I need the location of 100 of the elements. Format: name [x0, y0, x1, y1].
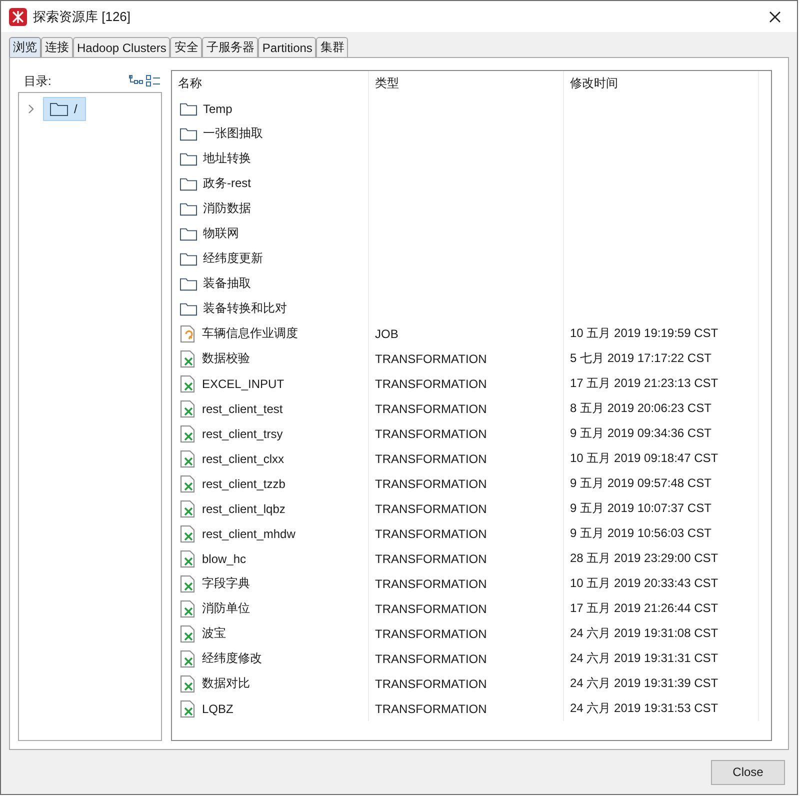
transformation-file-icon — [180, 650, 196, 668]
folder-icon — [180, 302, 197, 316]
file-name[interactable]: EXCEL_INPUT — [202, 376, 284, 390]
tree-view-icon[interactable] — [129, 75, 143, 87]
tab[interactable]: 浏览 — [9, 37, 41, 57]
file-type: TRANSFORMATION — [375, 352, 487, 366]
file-type: TRANSFORMATION — [375, 576, 487, 590]
file-name[interactable]: 数据对比 — [202, 675, 250, 692]
file-name[interactable]: rest_client_test — [202, 402, 283, 416]
file-type: TRANSFORMATION — [375, 676, 487, 690]
file-name[interactable]: LQBZ — [202, 702, 234, 716]
file-name[interactable]: 经纬度修改 — [202, 650, 262, 667]
tab[interactable]: Hadoop Clusters — [73, 37, 170, 57]
transformation-file-icon — [180, 450, 196, 468]
tab[interactable]: Partitions — [258, 37, 316, 57]
modified-time: 10 五月 2019 19:19:59 CST — [570, 325, 718, 342]
transformation-file-icon — [180, 550, 196, 568]
transformation-file-icon — [180, 350, 196, 368]
transformation-file-icon — [180, 574, 196, 592]
file-type: TRANSFORMATION — [375, 426, 487, 440]
file-name[interactable]: 政务-rest — [203, 175, 251, 192]
transformation-file-icon — [180, 700, 196, 718]
modified-time: 9 五月 2019 10:07:37 CST — [570, 500, 712, 517]
file-name[interactable]: rest_client_mhdw — [202, 526, 296, 540]
file-type: TRANSFORMATION — [375, 376, 487, 390]
modified-time: 24 六月 2019 19:31:08 CST — [570, 625, 718, 642]
transformation-file-icon — [180, 524, 196, 542]
tree-item[interactable]: / — [43, 97, 86, 121]
file-name[interactable]: 一张图抽取 — [203, 125, 263, 142]
file-name[interactable]: rest_client_lqbz — [202, 502, 286, 516]
file-type: TRANSFORMATION — [375, 502, 487, 516]
modified-time: 10 五月 2019 20:33:43 CST — [570, 575, 718, 592]
modified-time: 5 七月 2019 17:17:22 CST — [570, 350, 712, 367]
app-logo-icon — [9, 8, 27, 26]
transformation-file-icon — [180, 624, 196, 642]
modified-time: 9 五月 2019 09:57:48 CST — [570, 475, 712, 492]
file-name[interactable]: 地址转换 — [203, 150, 251, 167]
list-view-icon[interactable] — [146, 75, 160, 87]
file-name[interactable]: rest_client_trsy — [202, 426, 283, 440]
file-type: TRANSFORMATION — [375, 702, 487, 716]
file-name[interactable]: 波宝 — [202, 625, 226, 642]
file-type: TRANSFORMATION — [375, 452, 487, 466]
tree-item-label: / — [74, 102, 78, 116]
tab[interactable]: 集群 — [316, 37, 348, 57]
file-name[interactable]: 数据校验 — [202, 350, 250, 367]
file-type: TRANSFORMATION — [375, 552, 487, 566]
transformation-file-icon — [180, 400, 196, 418]
close-button[interactable]: Close — [711, 760, 785, 784]
modified-time: 17 五月 2019 21:26:44 CST — [570, 600, 718, 617]
modified-time: 9 五月 2019 10:56:03 CST — [570, 525, 712, 542]
job-file-icon — [180, 324, 196, 342]
transformation-file-icon — [180, 424, 196, 442]
file-name[interactable]: 经纬度更新 — [203, 250, 263, 267]
file-type: TRANSFORMATION — [375, 652, 487, 666]
window-title: 探索资源库 [126] — [33, 8, 132, 26]
folder-icon — [180, 126, 197, 140]
folder-icon — [180, 176, 197, 190]
column-header[interactable]: 修改时间 — [564, 71, 759, 96]
modified-time: 9 五月 2019 09:34:36 CST — [570, 425, 712, 442]
transformation-file-icon — [180, 600, 196, 618]
file-type: TRANSFORMATION — [375, 602, 487, 616]
transformation-file-icon — [180, 474, 196, 492]
modified-time: 24 六月 2019 19:31:53 CST — [570, 700, 718, 717]
transformation-file-icon — [180, 374, 196, 392]
tab[interactable]: 子服务器 — [202, 37, 258, 57]
file-name[interactable]: 装备抽取 — [203, 275, 251, 292]
tab[interactable]: 连接 — [41, 37, 73, 57]
file-name[interactable]: 车辆信息作业调度 — [202, 325, 298, 342]
file-type: TRANSFORMATION — [375, 402, 487, 416]
folder-icon — [180, 202, 197, 216]
file-name[interactable]: 消防单位 — [202, 600, 250, 617]
file-name[interactable]: rest_client_tzzb — [202, 476, 286, 490]
file-type: JOB — [375, 326, 398, 340]
modified-time: 24 六月 2019 19:31:31 CST — [570, 650, 718, 667]
file-type: TRANSFORMATION — [375, 626, 487, 640]
folder-icon — [180, 252, 197, 266]
file-name[interactable]: 物联网 — [203, 225, 239, 242]
file-name[interactable]: Temp — [203, 102, 232, 116]
folder-icon — [180, 152, 197, 166]
folder-icon — [50, 102, 68, 116]
modified-time: 17 五月 2019 21:23:13 CST — [570, 375, 718, 392]
file-name[interactable]: 装备转换和比对 — [203, 300, 287, 317]
close-icon[interactable] — [769, 10, 781, 22]
column-header[interactable]: 名称 — [172, 71, 369, 96]
directory-label: 目录: — [24, 72, 52, 90]
file-type: TRANSFORMATION — [375, 476, 487, 490]
modified-time: 8 五月 2019 20:06:23 CST — [570, 400, 712, 417]
file-name[interactable]: rest_client_clxx — [202, 452, 284, 466]
file-name[interactable]: 字段字典 — [202, 575, 250, 592]
column-header[interactable]: 类型 — [369, 71, 564, 96]
folder-icon — [180, 102, 197, 116]
modified-time: 24 六月 2019 19:31:39 CST — [570, 675, 718, 692]
transformation-file-icon — [180, 500, 196, 518]
modified-time: 10 五月 2019 09:18:47 CST — [570, 450, 718, 467]
tab[interactable]: 安全 — [170, 37, 202, 57]
folder-icon — [180, 226, 197, 240]
file-name[interactable]: 消防数据 — [203, 200, 251, 217]
file-name[interactable]: blow_hc — [202, 552, 246, 566]
modified-time: 28 五月 2019 23:29:00 CST — [570, 550, 718, 567]
file-type: TRANSFORMATION — [375, 526, 487, 540]
